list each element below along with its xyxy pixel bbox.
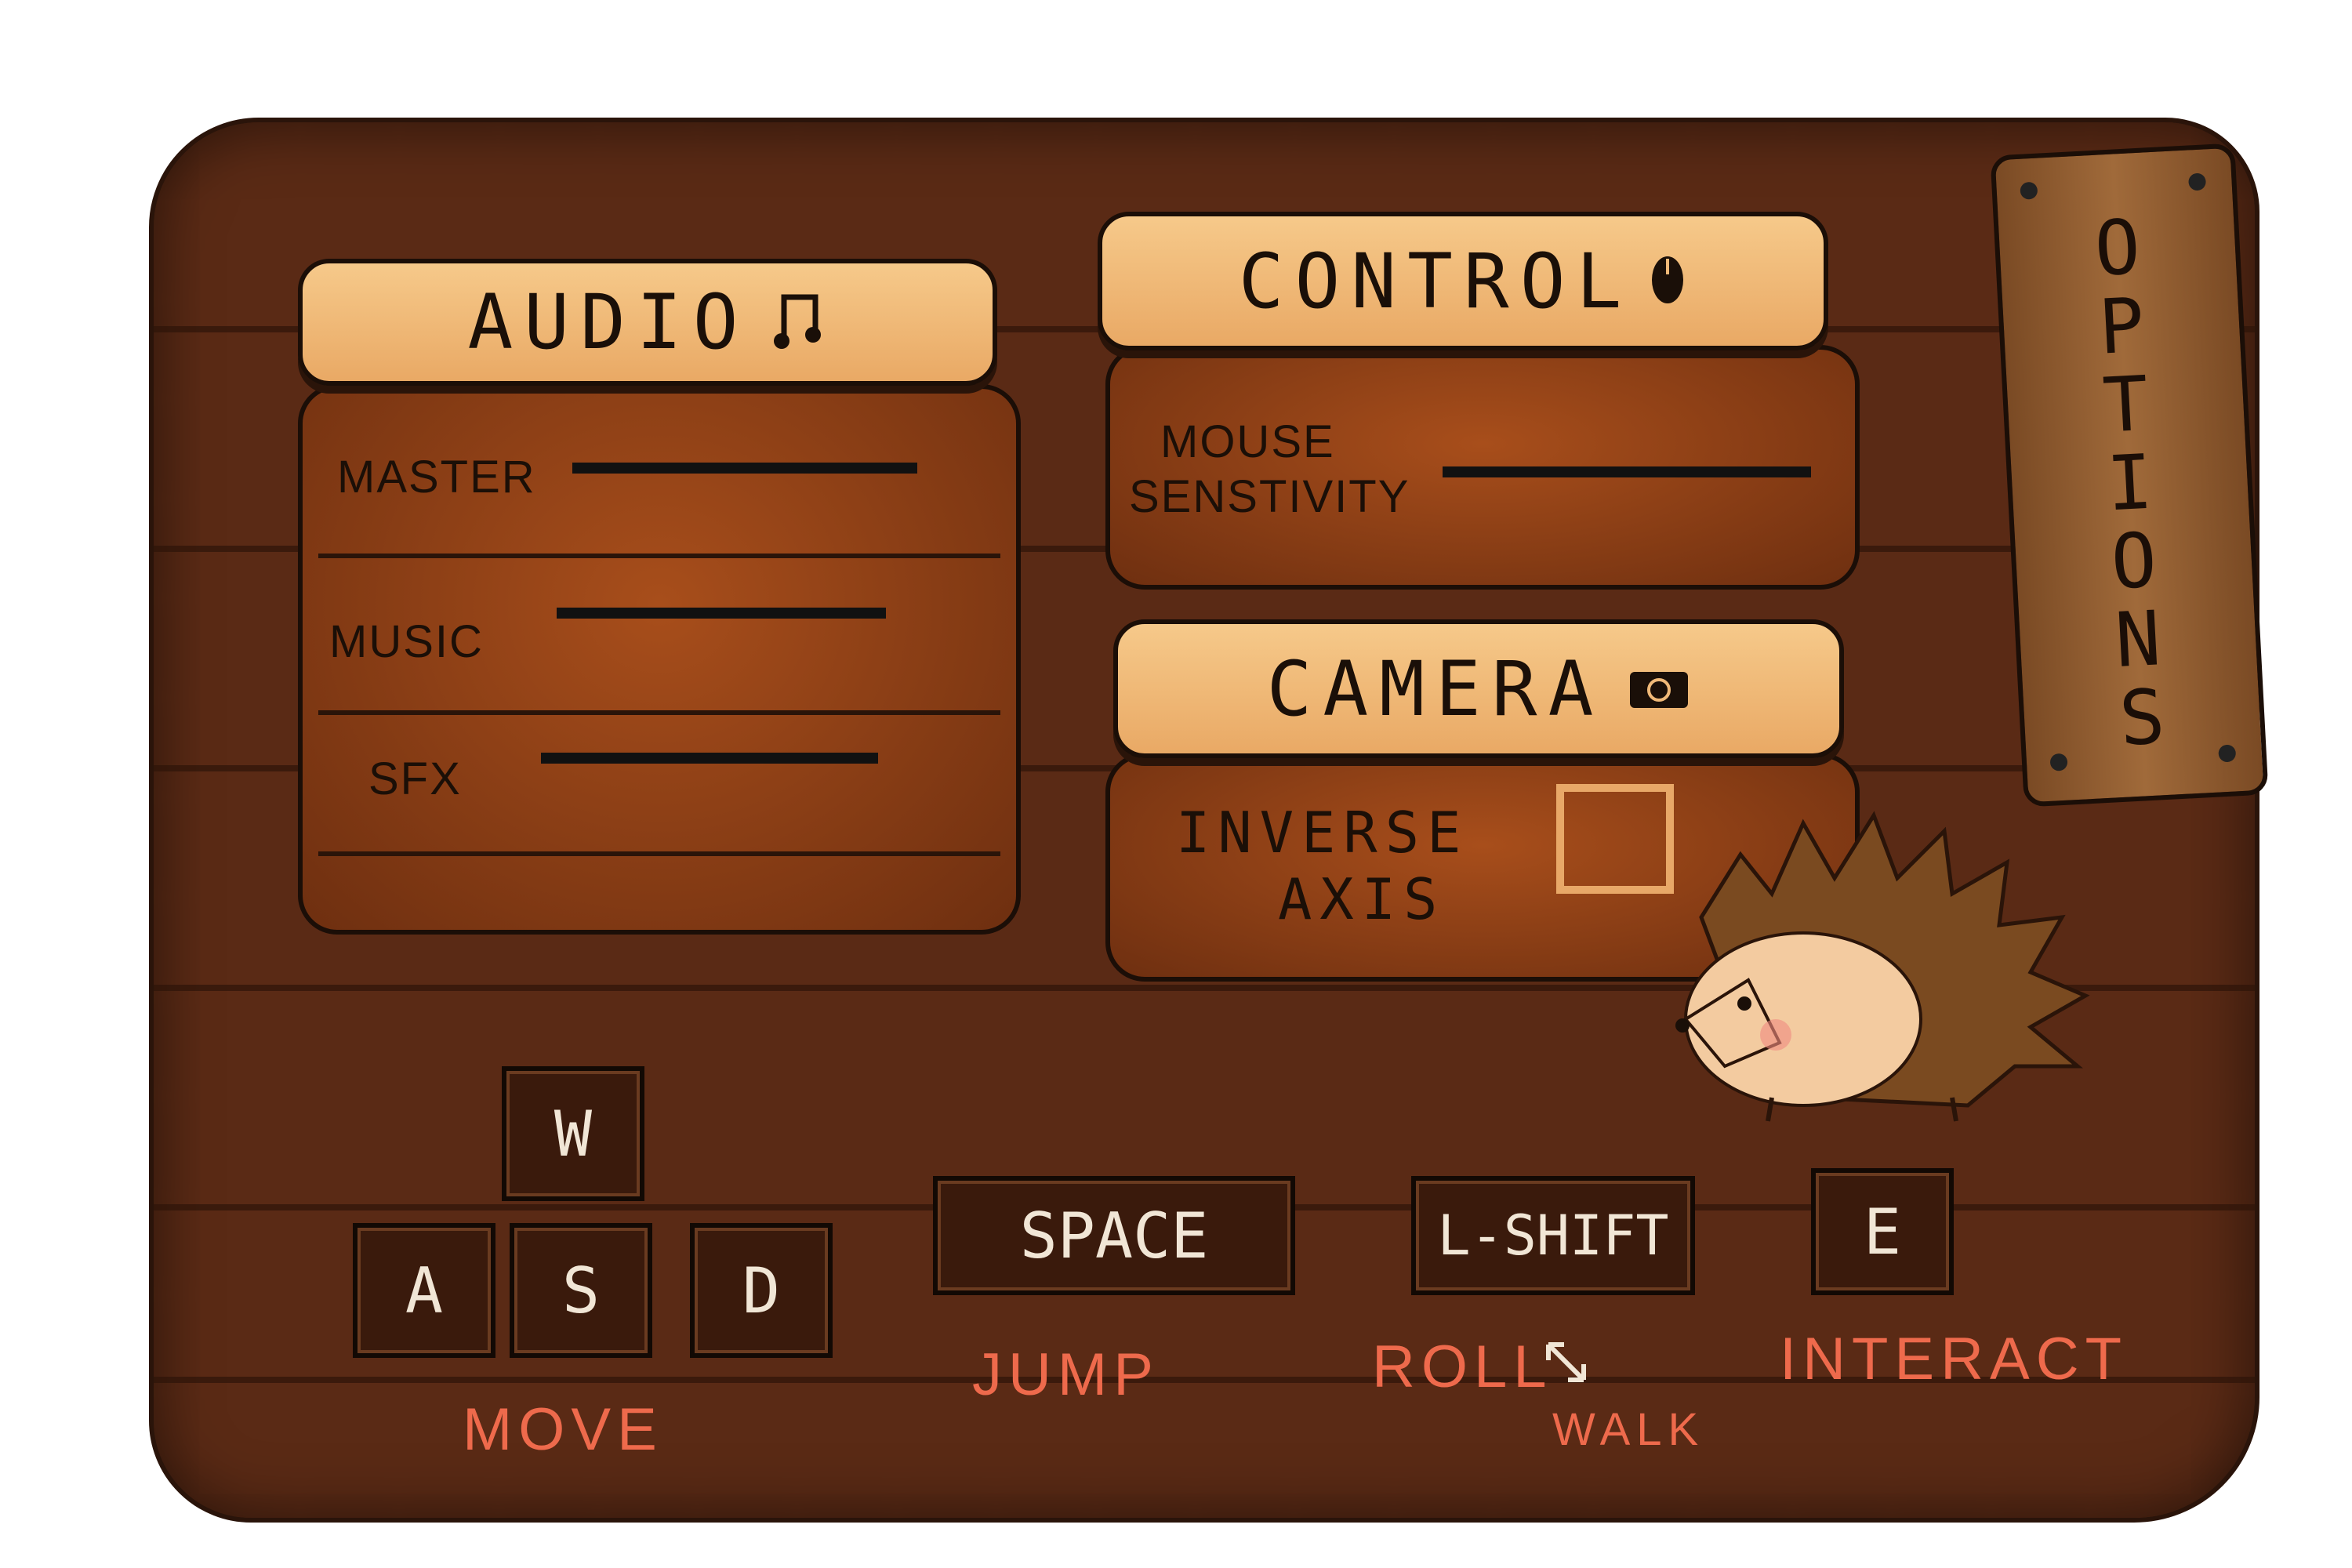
key-space[interactable]: SPACE — [933, 1176, 1295, 1295]
mouse-sensitivity-fill — [1443, 466, 1811, 477]
hedgehog-mascot — [1675, 811, 2090, 1122]
sfx-volume-slider[interactable] — [541, 753, 878, 764]
inverse-axis-label-line1: INVERSE — [1176, 800, 1469, 866]
control-title: CONTROL — [1238, 237, 1633, 325]
master-volume-slider[interactable] — [572, 463, 917, 474]
music-label: MUSIC — [329, 616, 484, 667]
camera-header: CAMERA — [1113, 619, 1844, 758]
nail — [2187, 172, 2207, 191]
key-lshift[interactable]: L-SHIFT — [1411, 1176, 1695, 1295]
sfx-label: SFX — [368, 753, 462, 804]
key-s[interactable]: S — [510, 1223, 652, 1358]
master-label: MASTER — [337, 452, 536, 503]
row-divider — [318, 710, 1000, 715]
nail — [2020, 181, 2038, 200]
move-action-label: MOVE — [463, 1396, 663, 1463]
options-title: OPTIONS — [2092, 202, 2168, 764]
control-header: CONTROL — [1098, 212, 1828, 350]
mouse-sensitivity-label-line2: SENSTIVITY — [1129, 471, 1410, 522]
key-d[interactable]: D — [690, 1223, 833, 1358]
music-volume-slider[interactable] — [557, 608, 886, 619]
master-volume-fill — [572, 463, 917, 474]
inverse-axis-label-line2: AXIS — [1278, 866, 1446, 932]
music-note-icon — [772, 289, 827, 355]
camera-icon — [1628, 664, 1690, 714]
row-divider — [318, 851, 1000, 856]
key-w[interactable]: W — [502, 1066, 644, 1201]
audio-header: AUDIO — [298, 259, 997, 386]
mouse-sensitivity-label-line1: MOUSE — [1160, 416, 1335, 467]
key-a[interactable]: A — [353, 1223, 495, 1358]
interact-action-label: INTERACT — [1780, 1326, 2128, 1392]
nail — [2218, 744, 2237, 763]
key-e[interactable]: E — [1811, 1168, 1954, 1295]
jump-action-label: JUMP — [972, 1341, 1160, 1408]
nail — [2049, 753, 2068, 771]
options-sign: OPTIONS — [1990, 143, 2269, 808]
sfx-volume-fill — [541, 753, 878, 764]
mouse-sensitivity-slider[interactable] — [1443, 466, 1811, 477]
mouse-icon — [1648, 252, 1687, 310]
camera-title: CAMERA — [1266, 644, 1605, 733]
audio-title: AUDIO — [467, 278, 750, 366]
roll-action-label: ROLL — [1372, 1334, 1553, 1400]
walk-action-label: WALK — [1552, 1404, 1705, 1455]
swap-arrows-icon — [1537, 1333, 1599, 1399]
music-volume-fill — [557, 608, 886, 619]
row-divider — [318, 554, 1000, 558]
